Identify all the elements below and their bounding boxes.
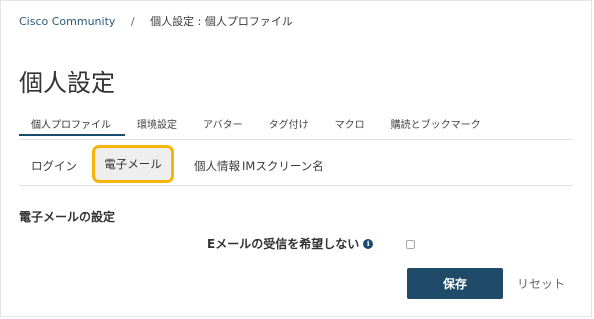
subtab-personal-info[interactable]: 個人情報 xyxy=(176,149,240,174)
tab-personal-profile[interactable]: 個人プロファイル xyxy=(19,113,125,136)
no-email-checkbox[interactable] xyxy=(406,240,415,249)
no-email-option-label: Eメールの受信を希望しない i xyxy=(207,235,374,252)
breadcrumb-separator: / xyxy=(130,15,135,28)
breadcrumb: Cisco Community / 個人設定 : 個人プロファイル xyxy=(19,13,293,29)
email-settings-heading: 電子メールの設定 xyxy=(19,210,116,224)
subtab-im-screen-name[interactable]: IMスクリーン名 xyxy=(234,149,324,174)
tab-macros[interactable]: マクロ xyxy=(323,113,379,136)
no-email-option-text: Eメールの受信を希望しない xyxy=(207,237,360,251)
breadcrumb-current: 個人設定 : 個人プロファイル xyxy=(150,15,293,28)
page-title: 個人設定 xyxy=(19,69,115,97)
info-icon[interactable]: i xyxy=(363,238,374,249)
settings-page: Cisco Community / 個人設定 : 個人プロファイル 個人設定 個… xyxy=(0,0,592,317)
subtab-email-container: 電子メール xyxy=(88,141,176,183)
tab-tagging[interactable]: タグ付け xyxy=(257,113,323,136)
subtab-login[interactable]: ログイン xyxy=(19,149,86,174)
reset-link[interactable]: リセット xyxy=(517,275,565,292)
subtab-email[interactable]: 電子メール xyxy=(92,145,174,183)
secondary-tabs-divider xyxy=(19,185,573,186)
tab-preferences[interactable]: 環境設定 xyxy=(125,113,191,136)
primary-tab-bar: 個人プロファイル 環境設定 アバター タグ付け マクロ 購読とブックマーク xyxy=(19,113,591,139)
tab-avatar[interactable]: アバター xyxy=(191,113,257,136)
tab-subscriptions-bookmarks[interactable]: 購読とブックマーク xyxy=(379,113,495,136)
save-button[interactable]: 保存 xyxy=(407,268,503,299)
primary-tabs-divider xyxy=(19,139,573,140)
breadcrumb-root-link[interactable]: Cisco Community xyxy=(19,15,115,28)
secondary-tab-bar: ログイン 電子メール 個人情報 IMスクリーン名 xyxy=(19,145,324,183)
